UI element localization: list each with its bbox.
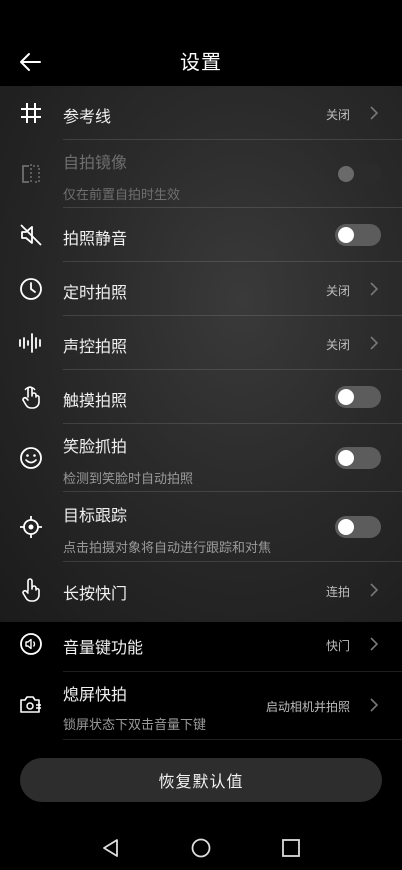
setting-label: 拍照静音	[63, 229, 128, 248]
setting-label: 笑脸抓拍	[63, 437, 128, 456]
setting-long-press-shutter[interactable]: 长按快门 连拍	[0, 562, 402, 618]
setting-value: 关闭	[325, 108, 350, 122]
setting-reference-line[interactable]: 参考线 关闭	[0, 86, 402, 140]
setting-timer[interactable]: 定时拍照 关闭	[0, 262, 402, 316]
setting-selfie-mirror: 自拍镜像 仅在前置自拍时生效	[0, 140, 402, 208]
recents-square-icon[interactable]	[280, 837, 302, 859]
setting-value: 关闭	[325, 338, 350, 352]
setting-sub: 点击拍摄对象将自动进行跟踪和对焦	[63, 541, 272, 556]
setting-label: 熄屏快拍	[63, 685, 128, 704]
setting-label: 定时拍照	[63, 283, 128, 302]
reset-defaults-button[interactable]: 恢复默认值	[20, 758, 382, 802]
mirror-icon	[22, 164, 40, 184]
smile-toggle[interactable]	[335, 447, 381, 469]
setting-shutter-mute[interactable]: 拍照静音	[0, 208, 402, 262]
back-triangle-icon[interactable]	[100, 837, 122, 859]
setting-label: 长按快门	[63, 584, 128, 603]
chevron-right-icon	[370, 637, 379, 651]
setting-label: 音量键功能	[63, 638, 144, 657]
tracking-toggle[interactable]	[335, 516, 381, 538]
setting-label: 目标跟踪	[63, 506, 128, 525]
setting-voice-capture[interactable]: 声控拍照 关闭	[0, 316, 402, 370]
target-icon	[20, 516, 42, 538]
sound-wave-icon	[19, 333, 41, 353]
touch-icon	[22, 386, 40, 409]
setting-sub: 仅在前置自拍时生效	[63, 188, 181, 203]
setting-label: 参考线	[63, 107, 112, 126]
chevron-right-icon	[370, 336, 379, 350]
volume-icon	[20, 633, 42, 655]
setting-label: 自拍镜像	[63, 153, 128, 172]
mute-icon	[20, 224, 42, 246]
setting-sub: 检测到笑脸时自动拍照	[63, 472, 194, 487]
chevron-right-icon	[370, 106, 379, 120]
mirror-toggle	[335, 163, 381, 185]
setting-label: 触摸拍照	[63, 391, 128, 410]
smile-icon	[20, 447, 42, 469]
chevron-right-icon	[370, 583, 379, 597]
touch-toggle[interactable]	[335, 386, 381, 408]
system-nav-bar	[0, 825, 402, 870]
setting-label: 声控拍照	[63, 337, 128, 356]
page-title: 设置	[180, 50, 222, 74]
press-icon	[22, 578, 40, 602]
camera-icon	[20, 696, 41, 713]
setting-value: 快门	[325, 639, 350, 653]
chevron-right-icon	[370, 698, 379, 712]
grid-icon	[21, 103, 41, 123]
setting-sub: 锁屏状态下双击音量下键	[63, 718, 207, 733]
setting-value: 启动相机并拍照	[265, 700, 350, 714]
setting-value: 关闭	[325, 284, 350, 298]
setting-value: 连拍	[325, 585, 350, 599]
setting-smile-capture[interactable]: 笑脸抓拍 检测到笑脸时自动拍照	[0, 424, 402, 492]
clock-icon	[20, 278, 42, 300]
home-circle-icon[interactable]	[190, 837, 212, 859]
setting-touch-capture[interactable]: 触摸拍照	[0, 370, 402, 424]
app-header: 设置	[0, 36, 402, 86]
mute-toggle[interactable]	[335, 224, 381, 246]
setting-volume-key[interactable]: 音量键功能 快门	[0, 618, 402, 672]
setting-screen-off-snapshot[interactable]: 熄屏快拍 锁屏状态下双击音量下键 启动相机并拍照	[0, 672, 402, 740]
setting-object-tracking[interactable]: 目标跟踪 点击拍摄对象将自动进行跟踪和对焦	[0, 492, 402, 562]
chevron-right-icon	[370, 282, 379, 296]
